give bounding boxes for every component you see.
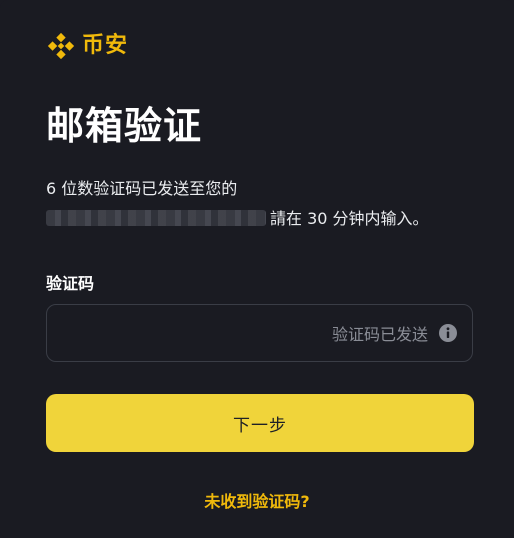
description-time-limit: 請在 30 分钟内输入。 [270,209,429,228]
verification-panel: 币安 邮箱验证 6 位数验证码已发送至您的 請在 30 分钟内输入。 验证码 验… [0,0,514,538]
code-sent-status: 验证码已发送 [331,325,428,344]
description-line-1: 6 位数验证码已发送至您的 [46,179,238,198]
resend-code-link-row: 未收到验证码? [0,490,514,514]
resend-code-link[interactable]: 未收到验证码? [204,492,309,511]
brand-logo[interactable]: 币安 [46,30,128,62]
code-input-container[interactable]: 验证码已发送 [46,304,473,362]
description: 6 位数验证码已发送至您的 請在 30 分钟内输入。 [46,174,476,234]
binance-logo-icon [47,32,75,60]
masked-email-address [46,210,266,226]
next-button[interactable]: 下一步 [46,394,474,452]
verification-code-input[interactable] [47,305,332,361]
description-line-2: 請在 30 分钟内输入。 [46,204,476,234]
page-title: 邮箱验证 [46,103,203,148]
code-field-label: 验证码 [46,274,95,293]
info-icon[interactable] [438,323,458,343]
brand-name: 币安 [82,33,129,58]
